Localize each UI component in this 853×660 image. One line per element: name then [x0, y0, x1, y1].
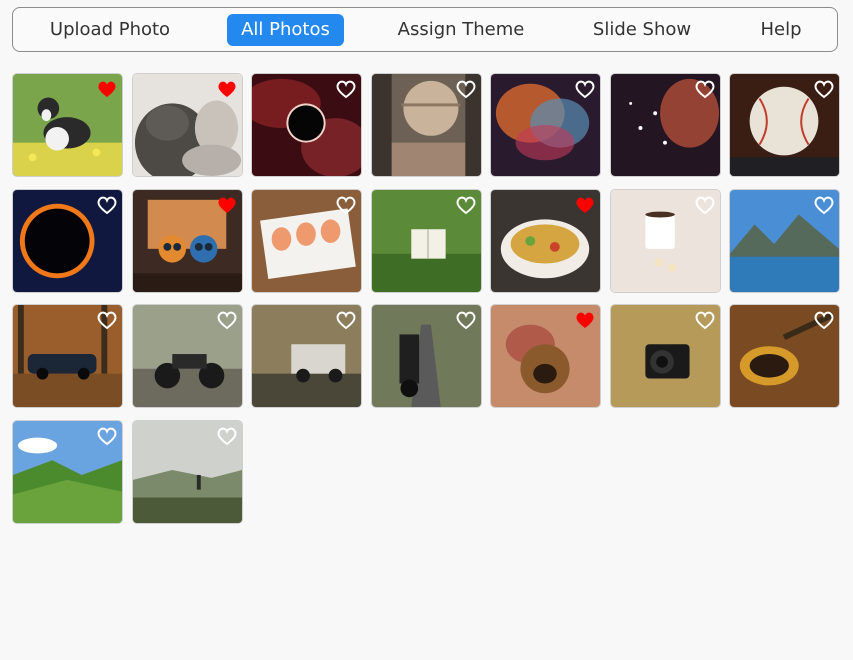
nav-assign-theme[interactable]: Assign Theme: [385, 14, 537, 46]
photo-tile[interactable]: [490, 304, 601, 408]
heart-outline-icon[interactable]: [574, 79, 596, 99]
heart-filled-icon[interactable]: [96, 79, 118, 99]
photo-tile[interactable]: [12, 304, 123, 408]
photo-tile[interactable]: [729, 304, 840, 408]
heart-filled-icon[interactable]: [574, 195, 596, 215]
photo-tile[interactable]: [490, 188, 601, 293]
photo-tile[interactable]: [12, 188, 123, 293]
photo-tile[interactable]: [729, 188, 840, 293]
main-nav: Upload Photo All Photos Assign Theme Sli…: [12, 7, 838, 52]
heart-outline-icon[interactable]: [694, 79, 716, 99]
heart-outline-icon[interactable]: [455, 79, 477, 99]
heart-outline-icon[interactable]: [96, 195, 118, 215]
heart-outline-icon[interactable]: [813, 195, 835, 215]
heart-outline-icon[interactable]: [96, 310, 118, 330]
photo-tile[interactable]: [251, 188, 362, 293]
photo-tile[interactable]: [370, 188, 482, 293]
heart-outline-icon[interactable]: [455, 310, 477, 330]
photo-tile[interactable]: [251, 73, 362, 177]
heart-filled-icon[interactable]: [574, 310, 596, 330]
photo-tile[interactable]: [370, 304, 482, 408]
heart-filled-icon[interactable]: [216, 195, 238, 215]
photo-tile[interactable]: [131, 419, 243, 524]
nav-all-photos[interactable]: All Photos: [227, 14, 344, 46]
photo-tile[interactable]: [490, 73, 601, 177]
photo-tile[interactable]: [609, 73, 721, 177]
heart-outline-icon[interactable]: [335, 195, 357, 215]
heart-outline-icon[interactable]: [813, 79, 835, 99]
heart-outline-icon[interactable]: [455, 195, 477, 215]
nav-help[interactable]: Help: [745, 14, 817, 46]
heart-outline-icon[interactable]: [216, 310, 238, 330]
heart-outline-icon[interactable]: [216, 426, 238, 446]
heart-outline-icon[interactable]: [96, 426, 118, 446]
photo-tile[interactable]: [12, 419, 123, 524]
heart-outline-icon[interactable]: [813, 310, 835, 330]
nav-upload-photo[interactable]: Upload Photo: [35, 14, 185, 46]
heart-outline-icon[interactable]: [694, 310, 716, 330]
photo-tile[interactable]: [729, 73, 840, 177]
photo-tile[interactable]: [609, 304, 721, 408]
photo-tile[interactable]: [131, 73, 243, 177]
heart-outline-icon[interactable]: [335, 79, 357, 99]
heart-outline-icon[interactable]: [335, 310, 357, 330]
photo-tile[interactable]: [251, 304, 362, 408]
photo-tile[interactable]: [609, 188, 721, 293]
photo-tile[interactable]: [131, 304, 243, 408]
heart-filled-icon[interactable]: [216, 79, 238, 99]
photo-tile[interactable]: [131, 188, 243, 293]
heart-outline-icon[interactable]: [694, 195, 716, 215]
photo-tile[interactable]: [12, 73, 123, 177]
photo-tile[interactable]: [370, 73, 482, 177]
nav-slide-show[interactable]: Slide Show: [580, 14, 704, 46]
